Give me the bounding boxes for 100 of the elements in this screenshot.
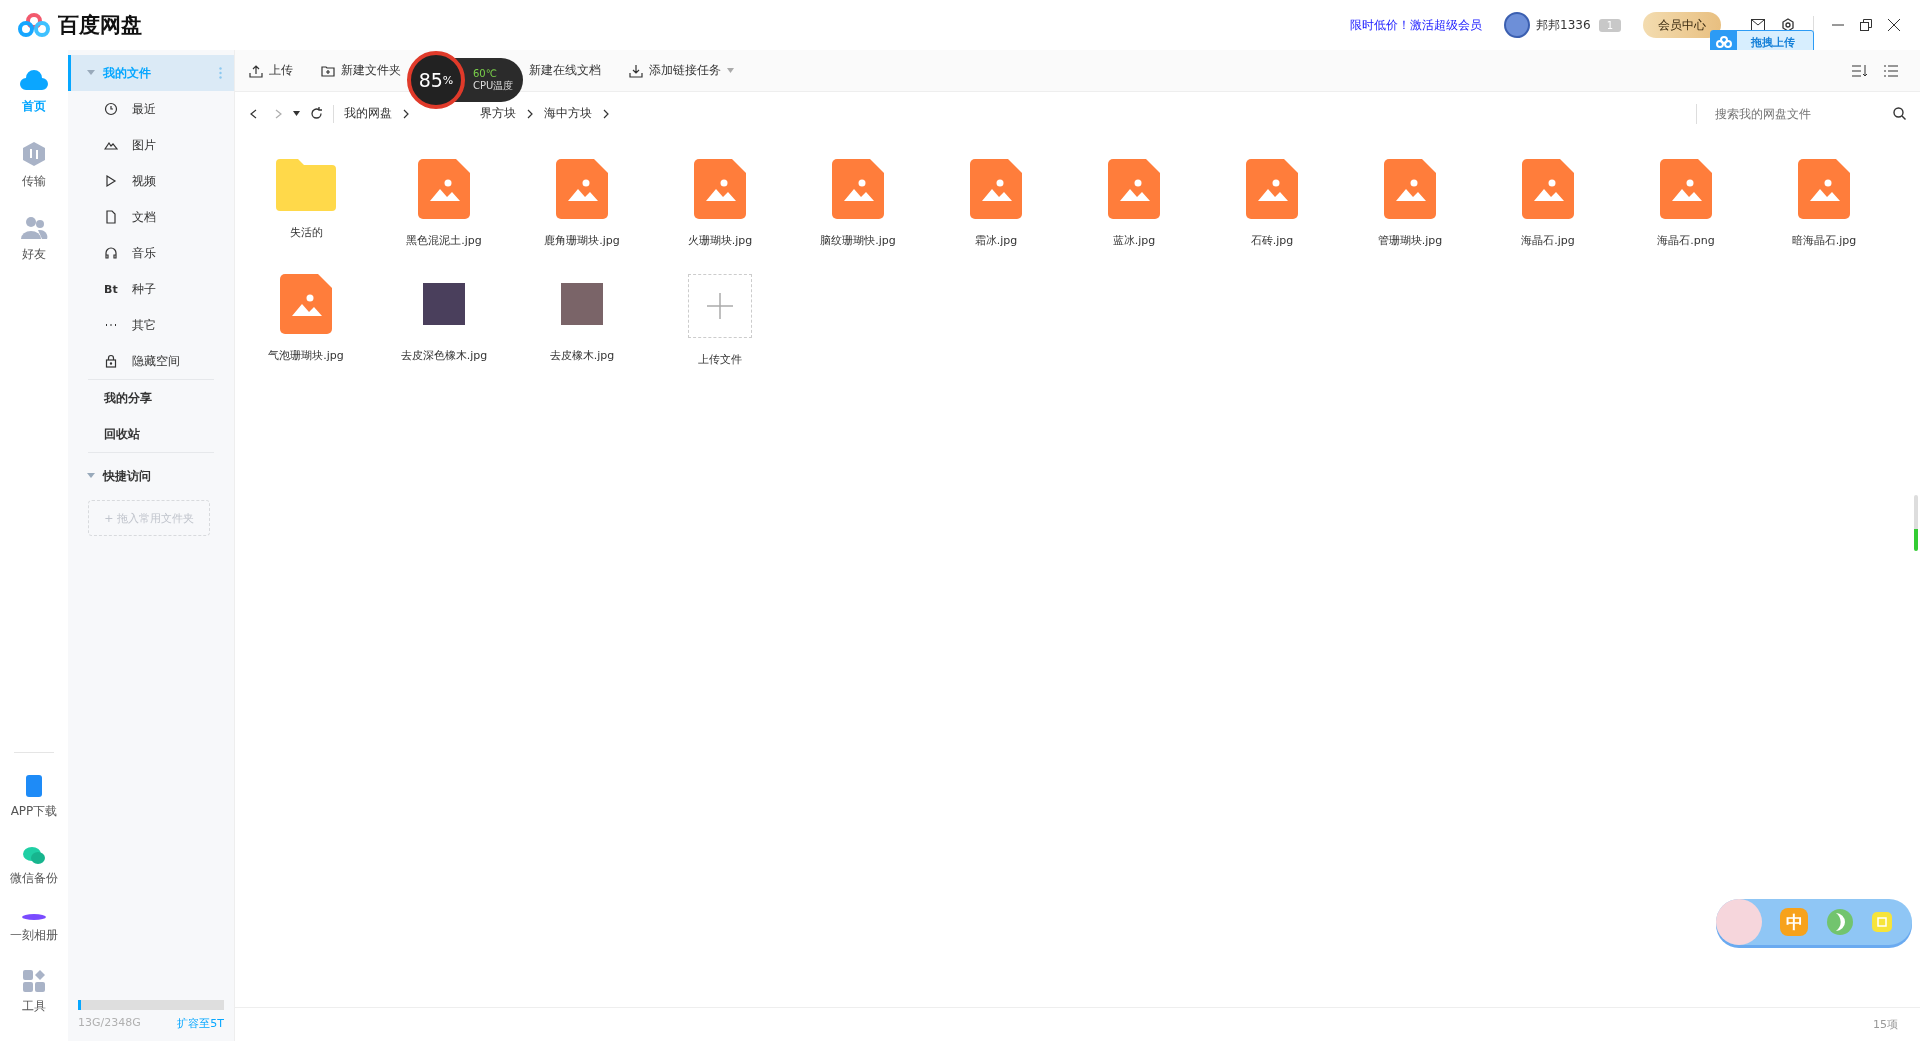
- settings-icon[interactable]: [1781, 18, 1795, 32]
- image-file-icon: [280, 274, 332, 334]
- image-file-icon: [1108, 159, 1160, 219]
- download-icon: [629, 63, 643, 78]
- app-title: 百度网盘: [58, 12, 142, 39]
- sidebar-item[interactable]: 音乐: [68, 235, 234, 271]
- phone-icon: [26, 775, 42, 797]
- file-name[interactable]: 霜冰.jpg: [974, 233, 1018, 248]
- lock-icon: [104, 354, 118, 368]
- image-file-icon: [1522, 159, 1574, 219]
- file-name[interactable]: 石砖.jpg: [1250, 233, 1294, 248]
- chevron-icon: [275, 108, 283, 119]
- cpu-temperature: 60℃: [473, 67, 498, 79]
- image-file-icon: [970, 159, 1022, 219]
- list-view-icon[interactable]: [1884, 64, 1898, 77]
- file-name[interactable]: 脑纹珊瑚快.jpg: [820, 233, 896, 248]
- bt-label: Bt: [104, 282, 118, 296]
- sidebar-item[interactable]: Bt 种子: [68, 271, 234, 307]
- file-name[interactable]: 去皮深色橡木.jpg: [400, 348, 488, 363]
- file-name[interactable]: 海晶石.jpg: [1521, 233, 1575, 248]
- toolbar-button[interactable]: 上传: [249, 62, 293, 79]
- sidebar-item[interactable]: 最近: [68, 91, 234, 127]
- sidebar-item[interactable]: 隐藏空间: [68, 343, 234, 379]
- quick-access-item[interactable]: 快捷访问: [68, 458, 234, 494]
- sidebar-link[interactable]: 回收站: [68, 416, 234, 452]
- image-file-icon: [1660, 159, 1712, 219]
- cpu-usage-gauge: 85%: [407, 51, 465, 109]
- mascot-avatar: [1716, 899, 1762, 945]
- promo-link[interactable]: 限时低价！激活超级会员: [1350, 16, 1483, 34]
- file-name[interactable]: 上传文件: [698, 352, 742, 367]
- storage-usage: 13G/2348G: [78, 1016, 141, 1031]
- plus-icon: [707, 293, 733, 319]
- search-field[interactable]: 搜索我的网盘文件: [1713, 105, 1893, 122]
- sidebar-item[interactable]: 图片: [68, 127, 234, 163]
- cloud-icon: [1716, 36, 1732, 48]
- chevron-icon: [402, 108, 410, 119]
- cpu-label: CPU温度: [473, 78, 514, 93]
- nav-rail-item[interactable]: 工具: [22, 970, 46, 1015]
- grid-icon: [23, 970, 45, 992]
- image-file-icon: [1798, 159, 1850, 219]
- image-file-icon: [694, 159, 746, 219]
- sidebar-item[interactable]: 其它: [68, 307, 234, 343]
- triangle-icon: [87, 69, 95, 77]
- clock-icon: [104, 102, 118, 116]
- chat-bubbles-icon: [23, 846, 45, 864]
- username: 邦邦1336: [1536, 16, 1591, 34]
- folder-icon: [276, 159, 336, 211]
- restore-icon[interactable]: [1860, 19, 1872, 31]
- image-file-icon: [418, 159, 470, 219]
- file-name[interactable]: 管珊瑚块.jpg: [1377, 233, 1443, 248]
- search-icon: [1893, 107, 1906, 120]
- item-count: 15项: [1873, 1017, 1898, 1032]
- sidebar-link[interactable]: 我的分享: [68, 380, 234, 416]
- file-name[interactable]: 蓝冰.jpg: [1112, 233, 1156, 248]
- refresh-icon[interactable]: [310, 107, 323, 120]
- breadcrumb-link[interactable]: 我的网盘: [344, 105, 392, 122]
- vip-center-button[interactable]: 会员中心: [1643, 12, 1721, 38]
- toolbar-button[interactable]: 新建文件夹: [321, 62, 401, 79]
- file-name[interactable]: 鹿角珊瑚块.jpg: [544, 233, 620, 248]
- file-name[interactable]: 黑色混泥土.jpg: [406, 233, 482, 248]
- image-file-icon: [1246, 159, 1298, 219]
- toolbar-button[interactable]: 新建在线文档: [529, 62, 601, 79]
- people-icon: [20, 216, 48, 240]
- image-file-icon: [832, 159, 884, 219]
- sort-icon[interactable]: [1852, 63, 1868, 78]
- play-icon: [104, 174, 118, 188]
- sidebar-item[interactable]: 文档: [68, 199, 234, 235]
- file-name[interactable]: 失活的: [289, 225, 323, 240]
- file-name[interactable]: 气泡珊瑚块.jpg: [268, 348, 344, 363]
- scroll-indicator: [1914, 495, 1918, 551]
- nav-rail-item[interactable]: 一刻相册: [10, 913, 58, 944]
- headphones-icon: [104, 246, 118, 260]
- caret-icon: [293, 111, 300, 116]
- breadcrumb-link[interactable]: 海中方块: [544, 105, 592, 122]
- chevron-icon: [249, 108, 257, 119]
- document-icon: [104, 210, 118, 224]
- nav-rail-item[interactable]: 好友: [20, 216, 48, 263]
- file-name[interactable]: 火珊瑚块.jpg: [687, 233, 753, 248]
- more-vertical-icon: [219, 67, 222, 79]
- image-file-icon: [1384, 159, 1436, 219]
- nav-rail-item[interactable]: 传输: [21, 141, 47, 190]
- cloud-icon: [19, 68, 49, 92]
- upload-icon: [249, 63, 263, 78]
- image-file-icon: [556, 159, 608, 219]
- nav-rail-item[interactable]: APP下载: [10, 775, 58, 820]
- close-icon[interactable]: [1888, 19, 1900, 31]
- back-icon[interactable]: [249, 108, 257, 119]
- folder-plus-icon: [321, 63, 335, 78]
- mail-icon[interactable]: [1751, 19, 1765, 31]
- file-name[interactable]: 去皮橡木.jpg: [549, 348, 615, 363]
- nav-rail-item[interactable]: 微信备份: [10, 846, 58, 887]
- file-name[interactable]: 海晶石.png: [1657, 233, 1715, 248]
- file-name[interactable]: 暗海晶石.jpg: [1791, 233, 1857, 248]
- app-logo-icon: [18, 13, 50, 37]
- user-avatar[interactable]: [1504, 12, 1531, 38]
- triangle-icon: [87, 472, 95, 480]
- sidebar-item[interactable]: 视频: [68, 163, 234, 199]
- breadcrumb-link[interactable]: 界方块: [480, 105, 516, 122]
- chevron-icon: [526, 108, 534, 119]
- toolbar-button[interactable]: 添加链接任务: [629, 62, 734, 79]
